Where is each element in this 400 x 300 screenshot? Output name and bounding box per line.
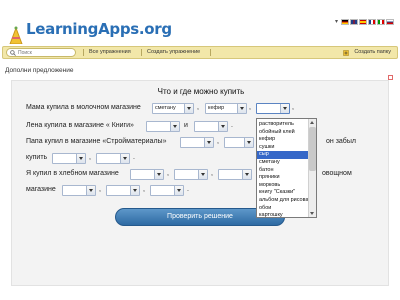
- dropdown-option[interactable]: сыр: [257, 151, 309, 159]
- answer-select-4-3[interactable]: [218, 169, 252, 180]
- header: LearningApps.org ▾: [0, 0, 400, 46]
- answer-options-dropdown[interactable]: растворитель обойный клей кефир сушки сыр сме…: [256, 118, 317, 218]
- sentence-3-text: Папа купил в магазине «Стройматериалы»: [26, 138, 167, 145]
- sentence-4-text-after: овощном: [322, 170, 352, 177]
- comma: ,: [211, 170, 213, 177]
- dropdown-option[interactable]: батон: [257, 167, 309, 175]
- comma: ,: [99, 186, 101, 193]
- answer-select-3-2[interactable]: [224, 137, 254, 148]
- scroll-up-icon[interactable]: [309, 119, 316, 126]
- comma: ,: [217, 138, 219, 145]
- chevron-down-icon[interactable]: [86, 186, 95, 195]
- dropdown-option[interactable]: морковь: [257, 182, 309, 190]
- dropdown-option[interactable]: картошку: [257, 212, 309, 217]
- logo-a-icon: [9, 26, 23, 44]
- sentence-3-text-wrap: купить: [26, 154, 48, 161]
- main-navbar: Все упражнения Создать упражнение Создат…: [2, 46, 398, 59]
- chevron-down-icon[interactable]: [204, 138, 213, 147]
- flag-it-icon[interactable]: [377, 18, 385, 25]
- chevron-down-icon[interactable]: [242, 170, 251, 179]
- dropdown-option[interactable]: обои: [257, 205, 309, 213]
- sentence-4-text: Я купил в хлебном магазине: [26, 170, 119, 177]
- sentence-2-text: Лена купила в магазине « Книги»: [26, 122, 134, 129]
- folder-icon[interactable]: [343, 49, 349, 56]
- flag-es-icon[interactable]: [359, 18, 367, 25]
- scroll-down-icon[interactable]: [309, 210, 316, 217]
- search-icon: [10, 50, 16, 56]
- dropdown-option[interactable]: сушки: [257, 144, 309, 152]
- page-subtitle: Дополни предложение: [5, 67, 74, 74]
- comma: ,: [167, 170, 169, 177]
- comma: ,: [143, 186, 145, 193]
- chevron-down-icon[interactable]: [76, 154, 85, 163]
- dropdown-option[interactable]: растворитель: [257, 121, 309, 129]
- answer-select-3-1[interactable]: [180, 137, 214, 148]
- dropdown-option[interactable]: обойный клей: [257, 129, 309, 137]
- chevron-down-icon[interactable]: [154, 170, 163, 179]
- chevron-down-icon[interactable]: [198, 170, 207, 179]
- answer-select-1-3[interactable]: [256, 103, 290, 114]
- chevron-down-icon[interactable]: [237, 104, 246, 113]
- answer-select-4-6[interactable]: [150, 185, 184, 196]
- chevron-down-icon[interactable]: [218, 122, 227, 131]
- answer-select-1-2[interactable]: кефир: [205, 103, 247, 114]
- flag-fr-icon[interactable]: [368, 18, 376, 25]
- answer-select-1-1[interactable]: сметану: [152, 103, 194, 114]
- answer-select-2-1[interactable]: [146, 121, 180, 132]
- flag-ru-icon[interactable]: [386, 18, 394, 25]
- conjunction: и: [184, 122, 188, 129]
- chevron-down-icon[interactable]: [120, 154, 129, 163]
- chevron-down-icon[interactable]: [170, 122, 179, 131]
- dropdown-option[interactable]: альбом для рисования: [257, 197, 316, 205]
- answer-select-3-4[interactable]: [96, 153, 130, 164]
- answer-select-2-2[interactable]: [194, 121, 228, 132]
- nav-divider: [141, 49, 142, 56]
- all-exercises-link[interactable]: Все упражнения: [89, 49, 131, 55]
- chevron-down-icon[interactable]: [280, 104, 289, 113]
- learningapps-logo[interactable]: LearningApps.org: [8, 16, 172, 44]
- chevron-down-icon[interactable]: [130, 186, 139, 195]
- select-value: кефир: [208, 105, 225, 111]
- sentence-3-text-after: он забыл: [326, 138, 356, 145]
- dropdown-option[interactable]: кефир: [257, 136, 309, 144]
- dropdown-option[interactable]: пряники: [257, 174, 309, 182]
- period: .: [133, 154, 135, 161]
- select-value: сметану: [155, 105, 176, 111]
- answer-select-4-4[interactable]: [62, 185, 96, 196]
- chevron-down-icon[interactable]: [174, 186, 183, 195]
- scrollbar-thumb[interactable]: [309, 127, 316, 171]
- flag-en-icon[interactable]: [350, 18, 358, 25]
- dropdown-option[interactable]: книгу "Сказки": [257, 189, 309, 197]
- nav-divider: [210, 49, 211, 56]
- sentence-4-text-wrap: магазине: [26, 186, 56, 193]
- chevron-down-icon[interactable]: [244, 138, 253, 147]
- comma: ,: [89, 154, 91, 161]
- flag-de-icon[interactable]: [341, 18, 349, 25]
- sentence-1-text: Мама купила в молочном магазине: [26, 104, 141, 111]
- create-exercise-link[interactable]: Создать упражнение: [147, 49, 200, 55]
- create-folder-link[interactable]: Создать папку: [354, 49, 391, 55]
- search-box[interactable]: [6, 48, 76, 57]
- answer-select-3-3[interactable]: [52, 153, 86, 164]
- nav-divider: [83, 49, 84, 56]
- exercise-title: Что и где можно купить: [157, 87, 245, 96]
- period: .: [231, 122, 233, 129]
- chevron-down-icon[interactable]: [184, 104, 193, 113]
- answer-select-4-2[interactable]: [174, 169, 208, 180]
- comma: ,: [292, 104, 294, 111]
- comma: ,: [197, 104, 199, 111]
- logo-text: LearningApps.org: [26, 20, 172, 38]
- dropdown-option[interactable]: сметану: [257, 159, 309, 167]
- language-selector[interactable]: ▾: [335, 18, 394, 25]
- answer-select-4-1[interactable]: [130, 169, 164, 180]
- answer-select-4-5[interactable]: [106, 185, 140, 196]
- dropdown-scrollbar[interactable]: [308, 119, 316, 217]
- comma: ,: [249, 104, 251, 111]
- period: .: [187, 186, 189, 193]
- language-dropdown-icon[interactable]: ▾: [335, 18, 338, 25]
- search-input[interactable]: [18, 49, 74, 56]
